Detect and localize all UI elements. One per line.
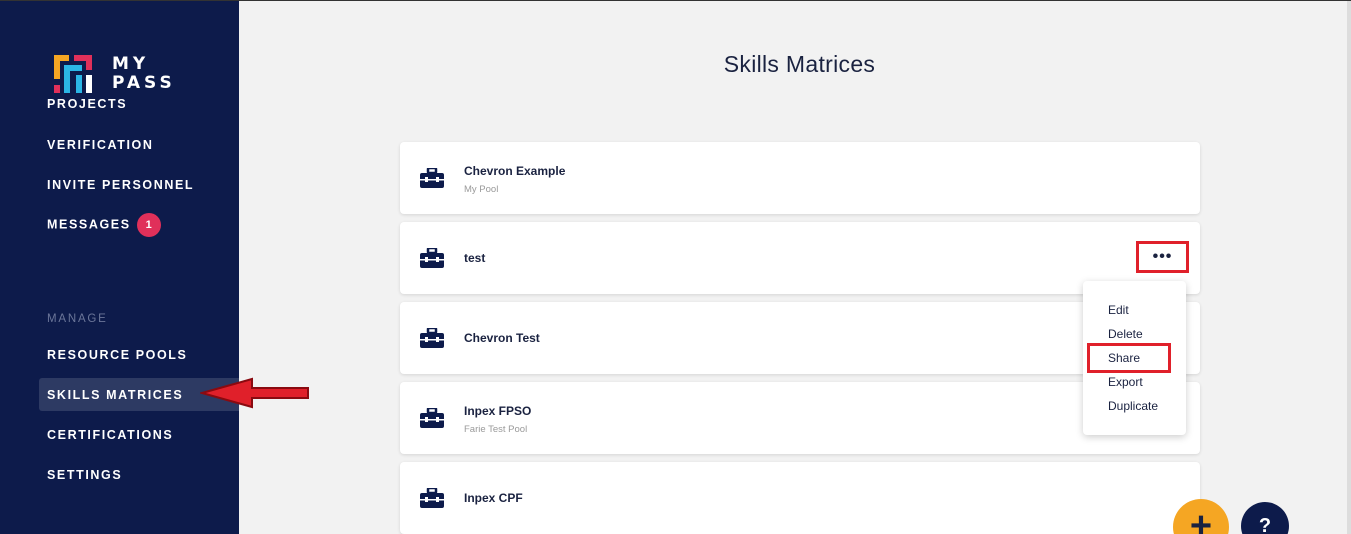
sidebar-item-verification[interactable]: VERIFICATION [47, 138, 153, 152]
manage-section-label: MANAGE [47, 313, 108, 325]
sidebar-item-skills-matrices[interactable]: SKILLS MATRICES [47, 388, 183, 402]
matrix-name: Chevron Test [464, 331, 540, 345]
sidebar-item-settings[interactable]: SETTINGS [47, 468, 122, 482]
matrix-name: test [464, 251, 486, 265]
matrix-name: Chevron Example [464, 164, 566, 178]
matrix-pool: My Pool [464, 184, 499, 195]
sidebar-item-label: SETTINGS [47, 468, 123, 482]
toolbox-icon [420, 168, 444, 188]
sidebar-item-label: PROJECTS [47, 97, 128, 111]
menu-item-edit[interactable]: Edit [1108, 303, 1129, 317]
sidebar-item-label: MESSAGES [47, 217, 131, 232]
sidebar-item-certifications[interactable]: CERTIFICATIONS [47, 428, 173, 442]
menu-item-export[interactable]: Export [1108, 375, 1143, 389]
scrollbar[interactable] [1347, 1, 1351, 534]
messages-badge: 1 [136, 213, 161, 237]
sidebar-item-messages[interactable]: MESSAGES 1 [47, 213, 161, 237]
menu-item-duplicate[interactable]: Duplicate [1108, 399, 1158, 413]
matrix-card[interactable]: Chevron Example My Pool [400, 142, 1200, 214]
more-options-button[interactable]: ••• [1136, 241, 1189, 273]
toolbox-icon [420, 328, 444, 348]
toolbox-icon [420, 408, 444, 428]
help-button[interactable]: ? [1241, 502, 1289, 534]
matrix-card[interactable]: Inpex CPF [400, 462, 1200, 534]
toolbox-icon [420, 248, 444, 268]
page-title: Skills Matrices [723, 51, 876, 77]
sidebar-item-resource-pools[interactable]: RESOURCE POOLS [47, 348, 187, 362]
sidebar-item-label: VERIFICATION [47, 138, 154, 152]
sidebar-item-projects[interactable]: PROJECTS [47, 97, 127, 111]
matrix-card[interactable]: Inpex FPSO Farie Test Pool [400, 382, 1200, 454]
sidebar-item-label: SKILLS MATRICES [47, 388, 184, 402]
matrix-card[interactable]: test [400, 222, 1200, 294]
sidebar: MY PASS PROJECTS VERIFICATION INVITE PER… [0, 1, 239, 534]
matrix-pool: Farie Test Pool [464, 424, 528, 435]
matrix-name: Inpex CPF [464, 491, 523, 505]
matrix-card[interactable]: Chevron Test [400, 302, 1200, 374]
sidebar-item-label: INVITE PERSONNEL [47, 178, 195, 192]
menu-item-delete[interactable]: Delete [1108, 327, 1143, 341]
toolbox-icon [420, 488, 444, 508]
sidebar-item-label: RESOURCE POOLS [47, 348, 188, 362]
annotation-arrow-icon [200, 377, 309, 409]
share-highlight-box [1087, 343, 1171, 373]
matrix-name: Inpex FPSO [464, 404, 532, 418]
sidebar-item-invite-personnel[interactable]: INVITE PERSONNEL [47, 178, 194, 192]
sidebar-item-label: CERTIFICATIONS [47, 428, 174, 442]
